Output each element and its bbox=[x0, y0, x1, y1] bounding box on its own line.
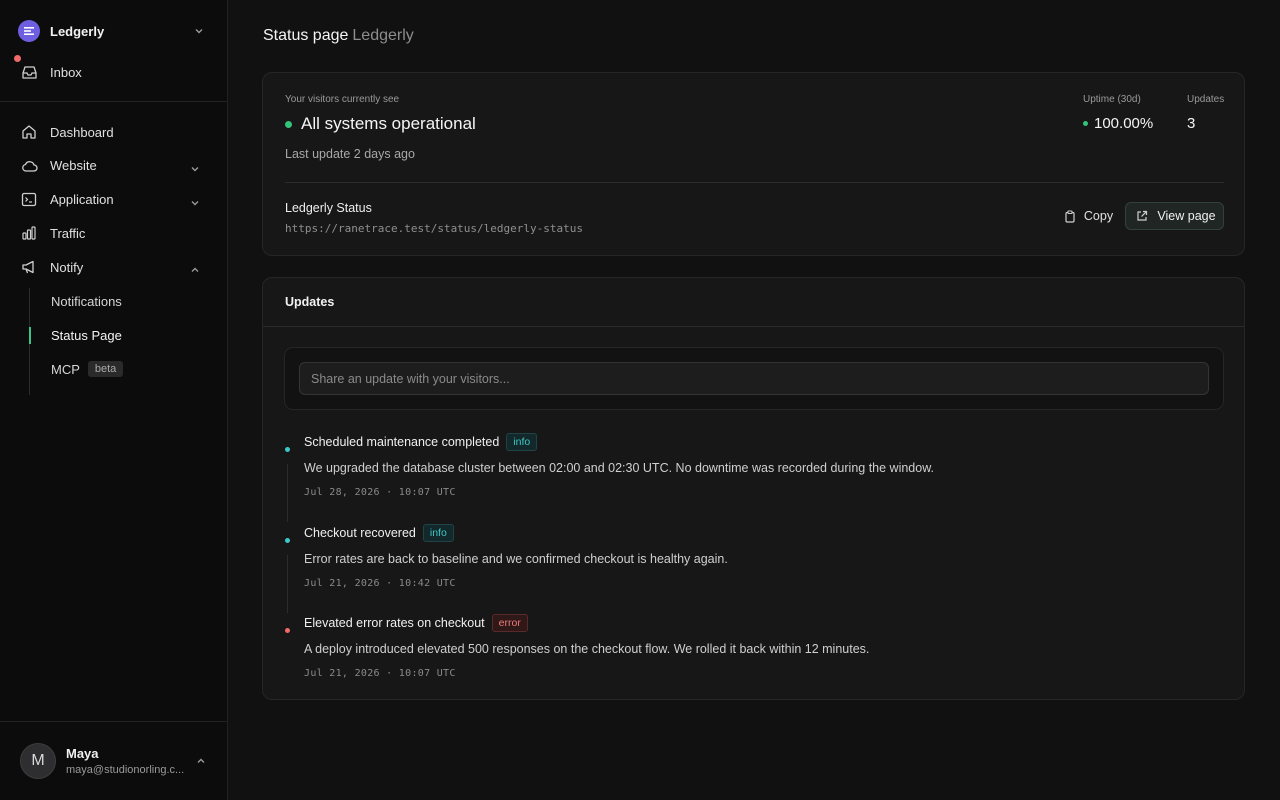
sidebar-item-label: Notifications bbox=[51, 293, 122, 309]
sidebar-item-inbox[interactable]: Inbox bbox=[14, 55, 210, 84]
status-site-name: Ledgerly Status bbox=[285, 201, 372, 215]
update-header: Checkout recovered info bbox=[304, 524, 454, 542]
sidebar-item-label: Website bbox=[50, 158, 97, 174]
sidebar-item-status-page[interactable]: Status Page bbox=[29, 324, 180, 346]
update-body: We upgraded the database cluster between… bbox=[304, 461, 935, 475]
chevron-down-icon[interactable] bbox=[186, 160, 204, 178]
chevron-up-icon bbox=[192, 752, 210, 770]
sidebar-item-label: Notify bbox=[50, 259, 84, 275]
update-tag: info bbox=[506, 433, 538, 451]
update-entry: Scheduled maintenance completed info We … bbox=[263, 428, 1223, 508]
status-overview-card: Your visitors currently see All systems … bbox=[262, 72, 1245, 256]
chevron-down-icon bbox=[190, 22, 208, 40]
updates-card: Updates Scheduled maintenance completed … bbox=[262, 277, 1245, 700]
main-nav: Dashboard Website Application Traffic No… bbox=[20, 120, 208, 289]
update-title: Elevated error rates on checkout bbox=[304, 616, 485, 630]
beta-badge: beta bbox=[87, 361, 124, 377]
notify-submenu: Notifications Status Page MCP beta bbox=[29, 288, 189, 395]
sidebar-item-notify[interactable]: Notify bbox=[20, 255, 208, 279]
update-timestamp: Jul 28, 2026 · 10:07 UTC bbox=[304, 487, 456, 498]
chevron-down-icon[interactable] bbox=[186, 194, 204, 212]
sidebar-item-label: Inbox bbox=[50, 64, 82, 80]
update-body: Error rates are back to baseline and we … bbox=[304, 552, 728, 566]
updates-metric: Updates 3 bbox=[1187, 94, 1224, 132]
user-name: Maya bbox=[66, 746, 99, 761]
copy-label: Copy bbox=[1083, 209, 1114, 223]
sidebar-item-label: Status Page bbox=[51, 327, 122, 343]
chevron-up-icon[interactable] bbox=[186, 261, 204, 279]
update-tag: info bbox=[422, 524, 454, 542]
unread-indicator bbox=[14, 55, 21, 62]
megaphone-icon bbox=[20, 258, 38, 276]
sidebar-item-label: Traffic bbox=[50, 225, 86, 241]
status-site-url: https://ranetrace.test/status/ledgerly-s… bbox=[285, 222, 584, 235]
uptime-value: 100.00% bbox=[1094, 115, 1154, 132]
divider bbox=[285, 182, 1224, 183]
page-title: Status page Ledgerly bbox=[263, 27, 414, 45]
user-menu[interactable]: M Maya maya@studionorling.c... bbox=[20, 742, 210, 780]
copy-button[interactable]: Copy bbox=[1058, 203, 1116, 229]
cloud-icon bbox=[20, 157, 38, 175]
home-icon bbox=[20, 123, 38, 141]
sidebar-item-application[interactable]: Application bbox=[20, 188, 208, 212]
sidebar-item-label: MCP bbox=[51, 361, 80, 377]
status-dot-icon bbox=[285, 120, 292, 128]
update-input[interactable] bbox=[299, 362, 1209, 395]
sidebar-item-traffic[interactable]: Traffic bbox=[20, 221, 208, 245]
sidebar-item-label: Application bbox=[50, 192, 114, 208]
uptime-metric: Uptime (30d) 100.00% bbox=[1083, 94, 1153, 132]
info-dot-icon bbox=[285, 447, 290, 452]
sidebar-item-dashboard[interactable]: Dashboard bbox=[20, 120, 208, 144]
error-dot-icon bbox=[285, 628, 290, 633]
update-entry: Elevated error rates on checkout error A… bbox=[263, 609, 1223, 689]
update-header: Elevated error rates on checkout error bbox=[304, 614, 528, 632]
updates-title: Updates bbox=[285, 295, 335, 309]
sidebar: Ledgerly Inbox Dashboard Website Applica… bbox=[0, 0, 228, 800]
terminal-icon bbox=[20, 191, 38, 209]
visitors-label: Your visitors currently see bbox=[285, 94, 400, 105]
clipboard-icon bbox=[1061, 207, 1079, 225]
sidebar-item-label: Dashboard bbox=[50, 124, 114, 140]
external-link-icon bbox=[1133, 207, 1151, 225]
avatar: M bbox=[20, 743, 56, 779]
inbox-icon bbox=[20, 63, 38, 81]
sidebar-item-mcp[interactable]: MCP beta bbox=[30, 358, 180, 380]
info-dot-icon bbox=[285, 538, 290, 543]
view-page-button[interactable]: View page bbox=[1125, 202, 1224, 230]
divider bbox=[0, 101, 227, 102]
updates-label: Updates bbox=[1187, 94, 1225, 105]
update-tag: error bbox=[491, 614, 528, 632]
page-subtitle: Ledgerly bbox=[352, 27, 414, 44]
workspace-logo-icon bbox=[18, 20, 40, 42]
sidebar-item-website[interactable]: Website bbox=[20, 154, 208, 178]
update-body: A deploy introduced elevated 500 respons… bbox=[304, 642, 870, 656]
bar-chart-icon bbox=[20, 224, 38, 242]
status-dot-icon bbox=[1083, 121, 1088, 126]
view-page-label: View page bbox=[1157, 209, 1216, 223]
divider bbox=[0, 721, 227, 722]
page-title-text: Status page bbox=[263, 27, 349, 44]
update-timestamp: Jul 21, 2026 · 10:07 UTC bbox=[304, 668, 456, 679]
user-info: Maya maya@studionorling.c... bbox=[66, 746, 192, 776]
uptime-value-row: 100.00% bbox=[1083, 115, 1153, 132]
user-email: maya@studionorling.c... bbox=[66, 764, 185, 776]
update-title: Checkout recovered bbox=[304, 526, 416, 540]
status-text: All systems operational bbox=[301, 114, 476, 133]
uptime-label: Uptime (30d) bbox=[1083, 94, 1141, 105]
update-header: Scheduled maintenance completed info bbox=[304, 433, 538, 451]
status-summary: All systems operational bbox=[285, 114, 476, 134]
divider bbox=[263, 326, 1244, 327]
update-composer bbox=[284, 347, 1224, 410]
sidebar-item-notifications[interactable]: Notifications bbox=[30, 290, 180, 312]
workspace-name: Ledgerly bbox=[50, 23, 105, 39]
update-title: Scheduled maintenance completed bbox=[304, 435, 500, 449]
update-timestamp: Jul 21, 2026 · 10:42 UTC bbox=[304, 578, 456, 589]
last-update: Last update 2 days ago bbox=[285, 147, 415, 161]
updates-value: 3 bbox=[1187, 115, 1196, 132]
update-entry: Checkout recovered info Error rates are … bbox=[263, 519, 1223, 599]
workspace-switcher[interactable]: Ledgerly bbox=[18, 19, 208, 43]
